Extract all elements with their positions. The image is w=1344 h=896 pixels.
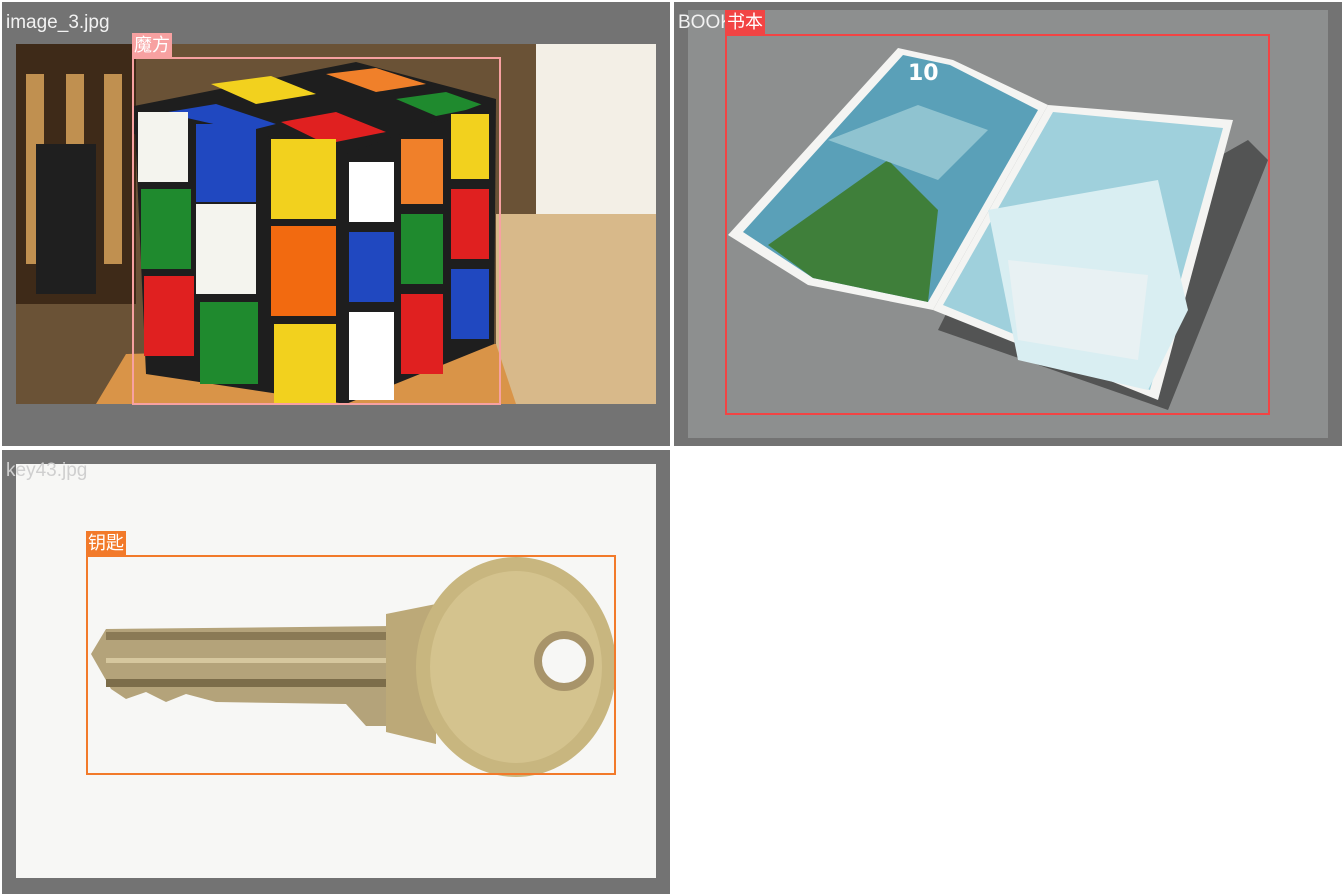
tile-filename: key43.jpg <box>6 460 88 481</box>
detection-box-rubiks-cube: 魔方 <box>132 33 501 405</box>
detection-label: 魔方 <box>132 33 172 59</box>
image-tile-book: BOOK.jpg 10 书本 <box>674 2 1342 446</box>
detection-label: 书本 <box>725 10 765 36</box>
detection-box-key: 钥匙 <box>86 531 616 775</box>
detection-label: 钥匙 <box>86 531 126 557</box>
image-tile-rubiks-cube: image_3.jpg 魔方 <box>2 2 670 446</box>
empty-grid-cell <box>672 448 1344 896</box>
detection-box-book: 书本 <box>725 10 1270 415</box>
image-tile-key: key43.jpg 钥匙 <box>2 450 670 894</box>
tile-filename: image_3.jpg <box>6 12 110 33</box>
